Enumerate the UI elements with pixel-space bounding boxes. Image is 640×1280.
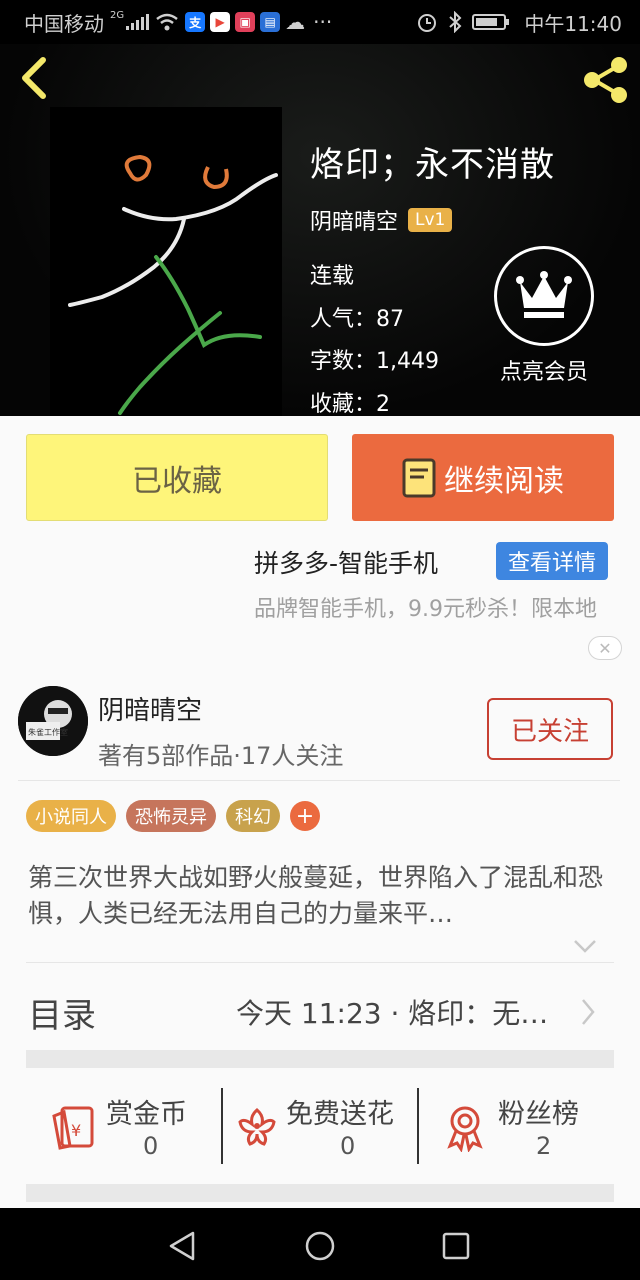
alarm-icon	[418, 14, 437, 32]
tag-horror[interactable]: 恐怖灵异	[126, 800, 216, 832]
crown-icon	[516, 271, 572, 318]
book-cover-image[interactable]	[50, 107, 282, 416]
network-type: 2G	[110, 10, 125, 21]
ad-description[interactable]: 品牌智能手机，9.9元秒杀！限本地	[254, 594, 624, 626]
author-name[interactable]: 阴暗晴空	[310, 204, 398, 236]
nav-home-button[interactable]	[298, 1224, 342, 1268]
nav-back-button[interactable]	[160, 1224, 204, 1268]
more-notifications: ···	[313, 10, 333, 34]
medal-icon	[447, 1106, 483, 1152]
section-separator	[26, 1184, 614, 1202]
reward-coins-label: 赏金币	[106, 1099, 187, 1130]
flower-icon	[238, 1108, 276, 1146]
chevron-right-icon	[582, 999, 595, 1025]
share-button[interactable]	[578, 54, 632, 106]
chevron-down-icon	[574, 940, 596, 953]
nav-recents-button[interactable]	[434, 1224, 478, 1268]
send-flower-count: 0	[340, 1132, 356, 1160]
author-line: 阴暗晴空 Lv1	[310, 204, 453, 236]
reward-coins-button[interactable]: ¥ 赏金币 0	[0, 1084, 198, 1168]
bluetooth-icon	[449, 11, 462, 33]
wifi-icon	[156, 13, 178, 31]
fan-ranking-button[interactable]: 粉丝榜 2	[420, 1084, 618, 1168]
vip-button[interactable]: 点亮会员	[492, 246, 596, 386]
carrier-label: 中国移动	[24, 11, 104, 36]
cloud-icon: ☁	[285, 10, 306, 34]
ad-title[interactable]: 拼多多-智能手机	[254, 544, 438, 580]
author-card-name: 阴暗晴空	[98, 696, 203, 726]
word-count-stat: 字数：1,449	[310, 349, 439, 374]
main-content: 已收藏 继续阅读 拼多多-智能手机 查看详情 品牌智能手机，9.9元秒杀！限本地…	[0, 416, 640, 1208]
svg-text:¥: ¥	[71, 1121, 81, 1140]
reward-coins-count: 0	[143, 1132, 159, 1160]
action-separator	[221, 1088, 223, 1164]
divider	[26, 962, 614, 963]
square-recents-icon	[442, 1232, 470, 1260]
continue-reading-label: 继续阅读	[444, 463, 564, 499]
avatar-caption: 朱雀工作室	[28, 727, 68, 737]
level-badge: Lv1	[408, 208, 453, 232]
toc-label: 目录	[28, 996, 96, 1036]
book-stats: 连载 人气：87 字数：1,449 收藏：2	[310, 256, 439, 426]
send-flower-button[interactable]: 免费送花 0	[222, 1084, 420, 1168]
shop-app-icon: ▣	[235, 12, 256, 32]
author-avatar[interactable]: 朱雀工作室	[18, 686, 88, 756]
book-synopsis[interactable]: 第三次世界大战如野火般蔓延，世界陷入了混乱和恐惧，人类已经无法用自己的力量来平…	[28, 860, 612, 932]
book-icon	[402, 458, 436, 497]
status-bar: 中国移动 2G 支 ▶ ▣ ▤ ☁ ··· 中午11:40	[0, 0, 640, 44]
news-app-icon: ▤	[260, 12, 281, 32]
tag-scifi[interactable]: 科幻	[226, 800, 280, 832]
fan-ranking-count: 2	[536, 1132, 552, 1160]
book-header: 烙印；永不消散 阴暗晴空 Lv1 连载 人气：87 字数：1,449 收藏：2 …	[0, 44, 640, 417]
popularity-stat: 人气：87	[310, 306, 404, 332]
tag-list: 小说同人 恐怖灵异 科幻 +	[26, 800, 320, 832]
triangle-back-icon	[169, 1231, 195, 1261]
expand-synopsis-button[interactable]	[572, 936, 598, 956]
fan-ranking-label: 粉丝榜	[498, 1099, 579, 1130]
clock: 中午11:40	[524, 11, 622, 36]
vip-circle	[494, 246, 594, 346]
divider	[18, 780, 620, 781]
battery-icon	[472, 14, 510, 30]
latest-chapter: 今天 11:23 · 烙印：无…	[236, 997, 549, 1030]
ad-close-button[interactable]: ✕	[588, 636, 622, 660]
tag-fan-fiction[interactable]: 小说同人	[26, 800, 116, 832]
alipay-icon: 支	[185, 12, 206, 32]
serial-status: 连载	[310, 264, 355, 289]
red-envelope-icon: ¥	[52, 1106, 94, 1150]
section-separator	[26, 1050, 614, 1068]
add-tag-button[interactable]: +	[290, 801, 320, 831]
action-row: ¥ 赏金币 0 免费送花 0 粉丝榜 2	[0, 1084, 640, 1168]
book-title: 烙印；永不消散	[310, 145, 555, 185]
author-card[interactable]: 朱雀工作室 阴暗晴空 著有5部作品·17人关注 已关注	[0, 680, 640, 782]
ad-details-button[interactable]: 查看详情	[496, 542, 608, 580]
vip-label: 点亮会员	[499, 360, 588, 385]
circle-home-icon	[305, 1231, 335, 1261]
back-arrow-icon	[22, 57, 46, 99]
cover-drawing	[68, 154, 278, 415]
table-of-contents-row[interactable]: 目录 今天 11:23 · 烙印：无…	[0, 982, 640, 1042]
system-nav-bar	[0, 1208, 640, 1280]
following-button[interactable]: 已关注	[487, 698, 613, 760]
avatar-image: 朱雀工作室	[18, 686, 88, 756]
favorited-button[interactable]: 已收藏	[26, 434, 328, 521]
action-separator	[417, 1088, 419, 1164]
video-app-icon: ▶	[210, 12, 231, 32]
author-card-subtitle: 著有5部作品·17人关注	[98, 742, 344, 770]
share-icon	[584, 57, 627, 103]
signal-icon	[126, 14, 150, 30]
back-button[interactable]	[14, 54, 54, 102]
send-flower-label: 免费送花	[286, 1099, 394, 1130]
continue-reading-button[interactable]: 继续阅读	[352, 434, 614, 521]
